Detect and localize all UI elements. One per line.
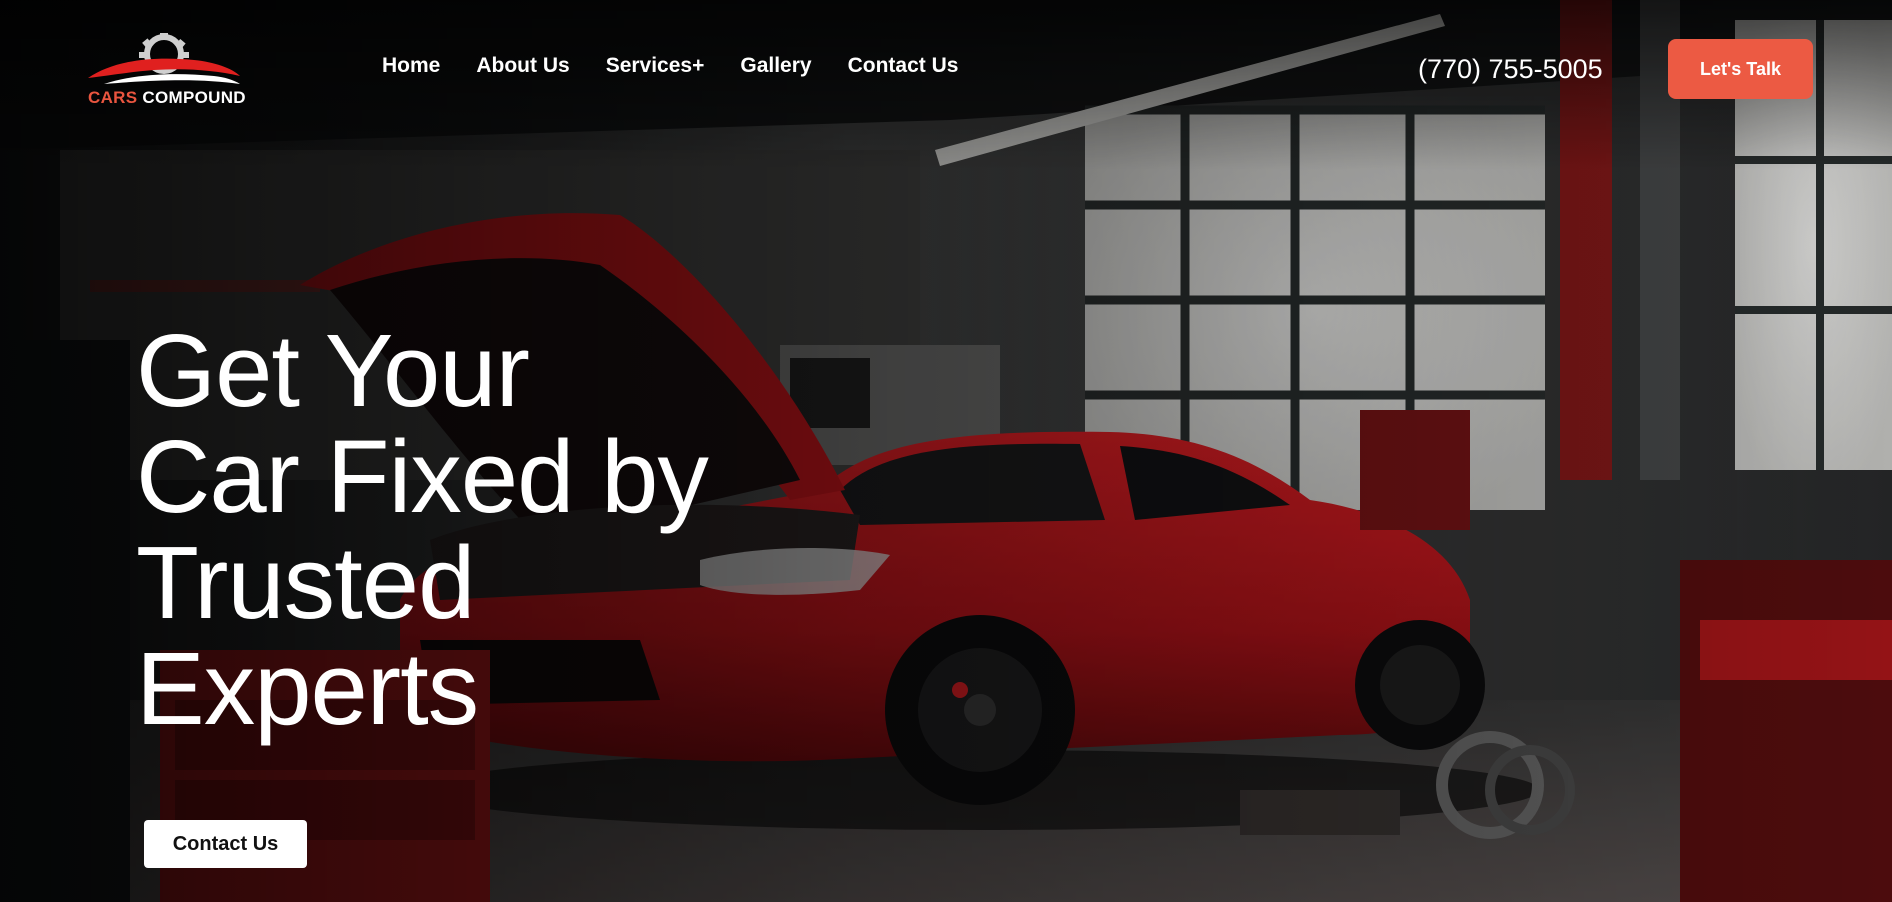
site-header: CARS COMPOUND Home About Us Services+ Ga… <box>0 0 1892 140</box>
hero-headline-line: Trusted <box>136 525 475 640</box>
nav-gallery[interactable]: Gallery <box>740 54 811 78</box>
hero-headline-line: Get Your <box>136 313 530 428</box>
hero-headline: Get Your Car Fixed by Trusted Experts <box>136 318 856 742</box>
phone-number-link[interactable]: (770) 755-5005 <box>1418 54 1603 85</box>
car-gear-logo-icon <box>88 33 240 84</box>
hero-headline-line: Car Fixed by <box>136 419 709 534</box>
nav-home[interactable]: Home <box>382 54 440 78</box>
lets-talk-button[interactable]: Let's Talk <box>1668 39 1813 99</box>
hero-contact-us-button[interactable]: Contact Us <box>144 820 307 868</box>
nav-contact-us[interactable]: Contact Us <box>848 54 959 78</box>
main-nav: Home About Us Services+ Gallery Contact … <box>382 54 958 78</box>
logo-text-compound: COMPOUND <box>142 88 246 107</box>
cars-compound-logo[interactable]: CARS COMPOUND <box>84 30 246 112</box>
logo-text-cars: CARS <box>88 88 138 107</box>
logo-text: CARS COMPOUND <box>88 88 246 108</box>
hero-headline-line: Experts <box>136 631 479 746</box>
nav-services[interactable]: Services+ <box>606 54 705 78</box>
nav-about-us[interactable]: About Us <box>476 54 569 78</box>
